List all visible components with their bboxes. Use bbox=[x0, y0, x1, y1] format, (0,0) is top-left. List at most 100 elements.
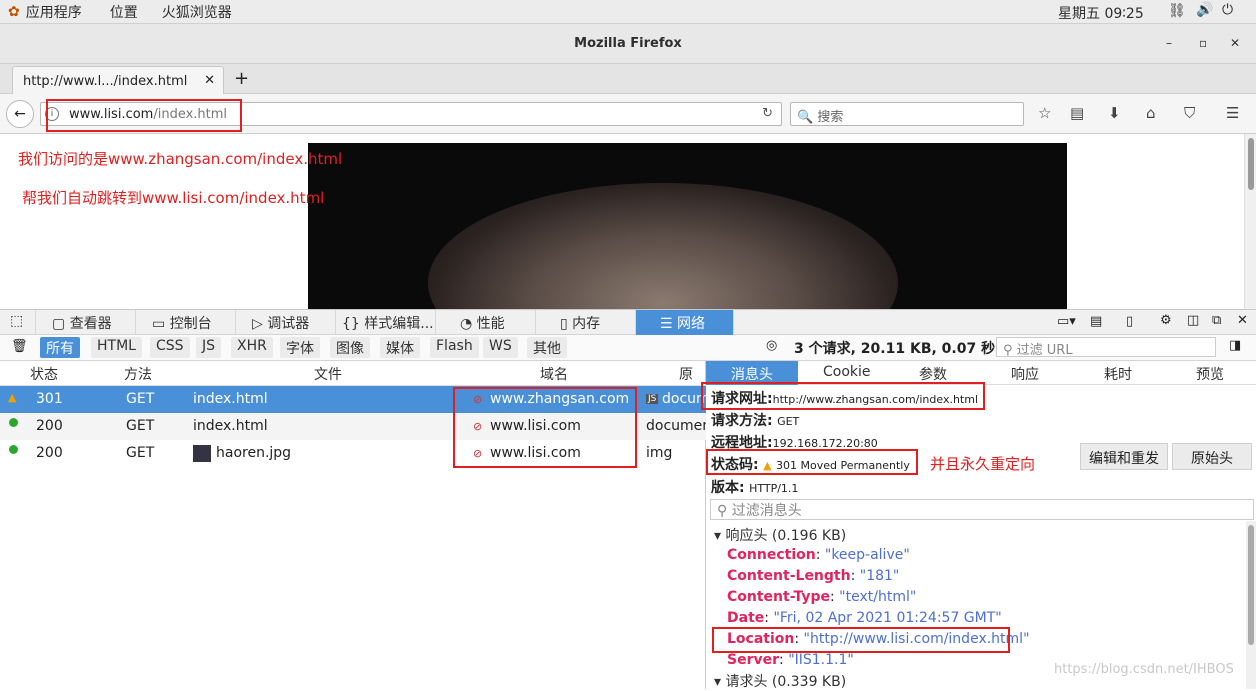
request-url-highlight-box bbox=[701, 382, 985, 410]
header-row: Connection: "keep-alive" bbox=[727, 547, 910, 563]
apps-icon[interactable]: ✿ bbox=[8, 4, 20, 20]
home-icon[interactable]: ⌂ bbox=[1146, 104, 1156, 122]
back-button[interactable]: ← bbox=[6, 100, 34, 128]
filter-css[interactable]: CSS bbox=[150, 337, 190, 358]
filter-js[interactable]: JS bbox=[196, 337, 222, 358]
tab-network[interactable]: ☰ 网络 bbox=[636, 310, 734, 335]
pick-element-icon[interactable]: ⬚ bbox=[0, 310, 36, 335]
filter-images[interactable]: 图像 bbox=[330, 337, 370, 358]
tab-params[interactable]: 参数 bbox=[919, 364, 947, 384]
url-highlight-box bbox=[46, 99, 242, 132]
request-headers-toggle[interactable]: ▾ 请求头 (0.339 KB) bbox=[714, 671, 846, 691]
status-ok-icon bbox=[9, 418, 18, 427]
status-ok-icon bbox=[9, 445, 18, 454]
filter-all[interactable]: 所有 bbox=[40, 337, 80, 358]
devtools-toolbar: ⬚ ▢ 查看器 ▭ 控制台 ▷ 调试器 {} 样式编辑... ◔ 性能 ▯ 内存… bbox=[0, 309, 1256, 335]
header-row: Server: "IIS1.1.1" bbox=[727, 652, 854, 668]
window-title-bar: Mozilla Firefox – ▫ ✕ bbox=[0, 24, 1256, 64]
minimize-button[interactable]: – bbox=[1166, 36, 1172, 50]
filter-ws[interactable]: WS bbox=[483, 337, 518, 358]
filter-url-input[interactable]: ⚲ 过滤 URL bbox=[996, 337, 1216, 358]
maximize-button[interactable]: ▫ bbox=[1199, 36, 1207, 50]
dock-side-icon[interactable]: ◫ bbox=[1187, 313, 1199, 328]
navigation-bar: ← i www.lisi.com/index.html ↻ 🔍 搜索 ☆ ▤ ⬇… bbox=[0, 94, 1256, 134]
places-menu[interactable]: 位置 bbox=[110, 2, 138, 22]
col-file[interactable]: 文件 bbox=[314, 364, 342, 384]
close-devtools-icon[interactable]: ✕ bbox=[1237, 313, 1248, 328]
tab-timings[interactable]: 耗时 bbox=[1104, 364, 1132, 384]
page-content: 我们访问的是www.zhangsan.com/index.html 帮我们自动跳… bbox=[0, 134, 1244, 309]
tab-inspector[interactable]: ▢ 查看器 bbox=[36, 310, 136, 335]
filter-media[interactable]: 媒体 bbox=[380, 337, 420, 358]
request-list-header: 状态 方法 文件 域名 原因 bbox=[0, 361, 706, 403]
request-list: 状态 方法 文件 域名 原因 ▲ 301 GET index.html ⊘ ww… bbox=[0, 361, 711, 689]
annotation-note-2: 帮我们自动跳转到www.lisi.com/index.html bbox=[22, 189, 325, 207]
tab-memory[interactable]: ▯ 内存 bbox=[536, 310, 636, 335]
volume-icon[interactable]: 🔊 bbox=[1196, 2, 1213, 18]
filter-xhr[interactable]: XHR bbox=[231, 337, 273, 358]
header-row: Content-Type: "text/html" bbox=[727, 589, 917, 605]
tab-cookie[interactable]: Cookie bbox=[823, 364, 871, 380]
image-thumbnail bbox=[193, 445, 211, 462]
details-scrollbar[interactable] bbox=[1246, 521, 1256, 689]
response-headers-toggle[interactable]: ▾ 响应头 (0.196 KB) bbox=[714, 525, 846, 545]
separate-window-icon[interactable]: ⧉ bbox=[1212, 313, 1221, 328]
tab-debugger[interactable]: ▷ 调试器 bbox=[236, 310, 336, 335]
col-status[interactable]: 状态 bbox=[30, 364, 58, 384]
request-summary: 3 个请求, 20.11 KB, 0.07 秒 bbox=[794, 341, 996, 357]
col-domain[interactable]: 域名 bbox=[540, 364, 568, 384]
network-icon[interactable]: ⛓ bbox=[1168, 3, 1186, 19]
pocket-icon[interactable]: ⛉ bbox=[1184, 104, 1195, 122]
browser-tab[interactable]: http://www.l.../index.html ✕ bbox=[12, 66, 224, 94]
filter-flash[interactable]: Flash bbox=[430, 337, 479, 358]
toggle-panel-icon[interactable]: ◨ bbox=[1229, 338, 1241, 353]
close-window-button[interactable]: ✕ bbox=[1230, 36, 1240, 50]
browser-menu[interactable]: 火狐浏览器 bbox=[162, 2, 232, 22]
power-icon[interactable]: ⏻ bbox=[1222, 2, 1233, 18]
downloads-icon[interactable]: ⬇ bbox=[1108, 104, 1121, 122]
raw-headers-button[interactable]: 原始头 bbox=[1172, 443, 1252, 470]
search-input[interactable]: 🔍 搜索 bbox=[790, 102, 1024, 126]
status-code-highlight-box bbox=[706, 449, 918, 475]
annotation-note-3: 并且永久重定向 bbox=[930, 455, 1036, 473]
location-highlight-box bbox=[712, 627, 1010, 653]
tab-style-editor[interactable]: {} 样式编辑... bbox=[336, 310, 436, 335]
reload-icon[interactable]: ↻ bbox=[762, 106, 773, 121]
filter-other[interactable]: 其他 bbox=[527, 337, 567, 358]
performance-analysis-icon[interactable]: ◎ bbox=[766, 338, 777, 353]
domain-highlight-box bbox=[453, 387, 637, 468]
watermark: https://blog.csdn.net/IHBOS bbox=[1054, 662, 1234, 677]
split-console-icon[interactable]: ▤ bbox=[1090, 314, 1102, 329]
request-method-line: 请求方法: GET bbox=[711, 413, 800, 429]
filter-html[interactable]: HTML bbox=[91, 337, 142, 358]
col-method[interactable]: 方法 bbox=[124, 364, 152, 384]
close-tab-icon[interactable]: ✕ bbox=[204, 73, 215, 88]
page-scrollbar[interactable] bbox=[1244, 134, 1256, 309]
reading-list-icon[interactable]: ▤ bbox=[1070, 104, 1084, 122]
tab-strip: http://www.l.../index.html ✕ + bbox=[0, 64, 1256, 94]
header-row: Date: "Fri, 02 Apr 2021 01:24:57 GMT" bbox=[727, 610, 1002, 626]
settings-icon[interactable]: ⚙ bbox=[1160, 313, 1172, 328]
dock-icon[interactable]: ▭▾ bbox=[1057, 314, 1076, 329]
edit-resend-button[interactable]: 编辑和重发 bbox=[1080, 443, 1168, 470]
menu-icon[interactable]: ☰ bbox=[1226, 104, 1239, 122]
filter-fonts[interactable]: 字体 bbox=[280, 337, 320, 358]
redirect-warning-icon: ▲ bbox=[8, 391, 17, 404]
clear-icon[interactable]: 🗑 bbox=[11, 339, 28, 354]
request-details-panel: 消息头 Cookie 参数 响应 耗时 预览 请求网址:http://www.z… bbox=[701, 361, 1256, 691]
tab-performance[interactable]: ◔ 性能 bbox=[436, 310, 536, 335]
applications-menu[interactable]: 应用程序 bbox=[26, 2, 82, 22]
tab-title: http://www.l.../index.html bbox=[23, 74, 188, 89]
tab-preview[interactable]: 预览 bbox=[1196, 364, 1224, 384]
network-filter-bar: 🗑 所有 HTML CSS JS XHR 字体 图像 媒体 Flash WS 其… bbox=[0, 335, 1256, 361]
bookmark-star-icon[interactable]: ☆ bbox=[1038, 104, 1051, 122]
tab-response[interactable]: 响应 bbox=[1011, 364, 1039, 384]
window-title: Mozilla Firefox bbox=[574, 36, 682, 51]
system-top-bar: ✿ 应用程序 位置 火狐浏览器 星期五 09∶25 ⛓ 🔊 ⏻ bbox=[0, 0, 1256, 24]
tab-console[interactable]: ▭ 控制台 bbox=[136, 310, 236, 335]
filter-headers-input[interactable]: ⚲ 过滤消息头 bbox=[710, 499, 1254, 520]
clock[interactable]: 星期五 09∶25 bbox=[1058, 3, 1144, 23]
responsive-icon[interactable]: ▯ bbox=[1126, 314, 1133, 329]
new-tab-button[interactable]: + bbox=[234, 68, 249, 89]
annotation-note-1: 我们访问的是www.zhangsan.com/index.html bbox=[18, 150, 343, 168]
